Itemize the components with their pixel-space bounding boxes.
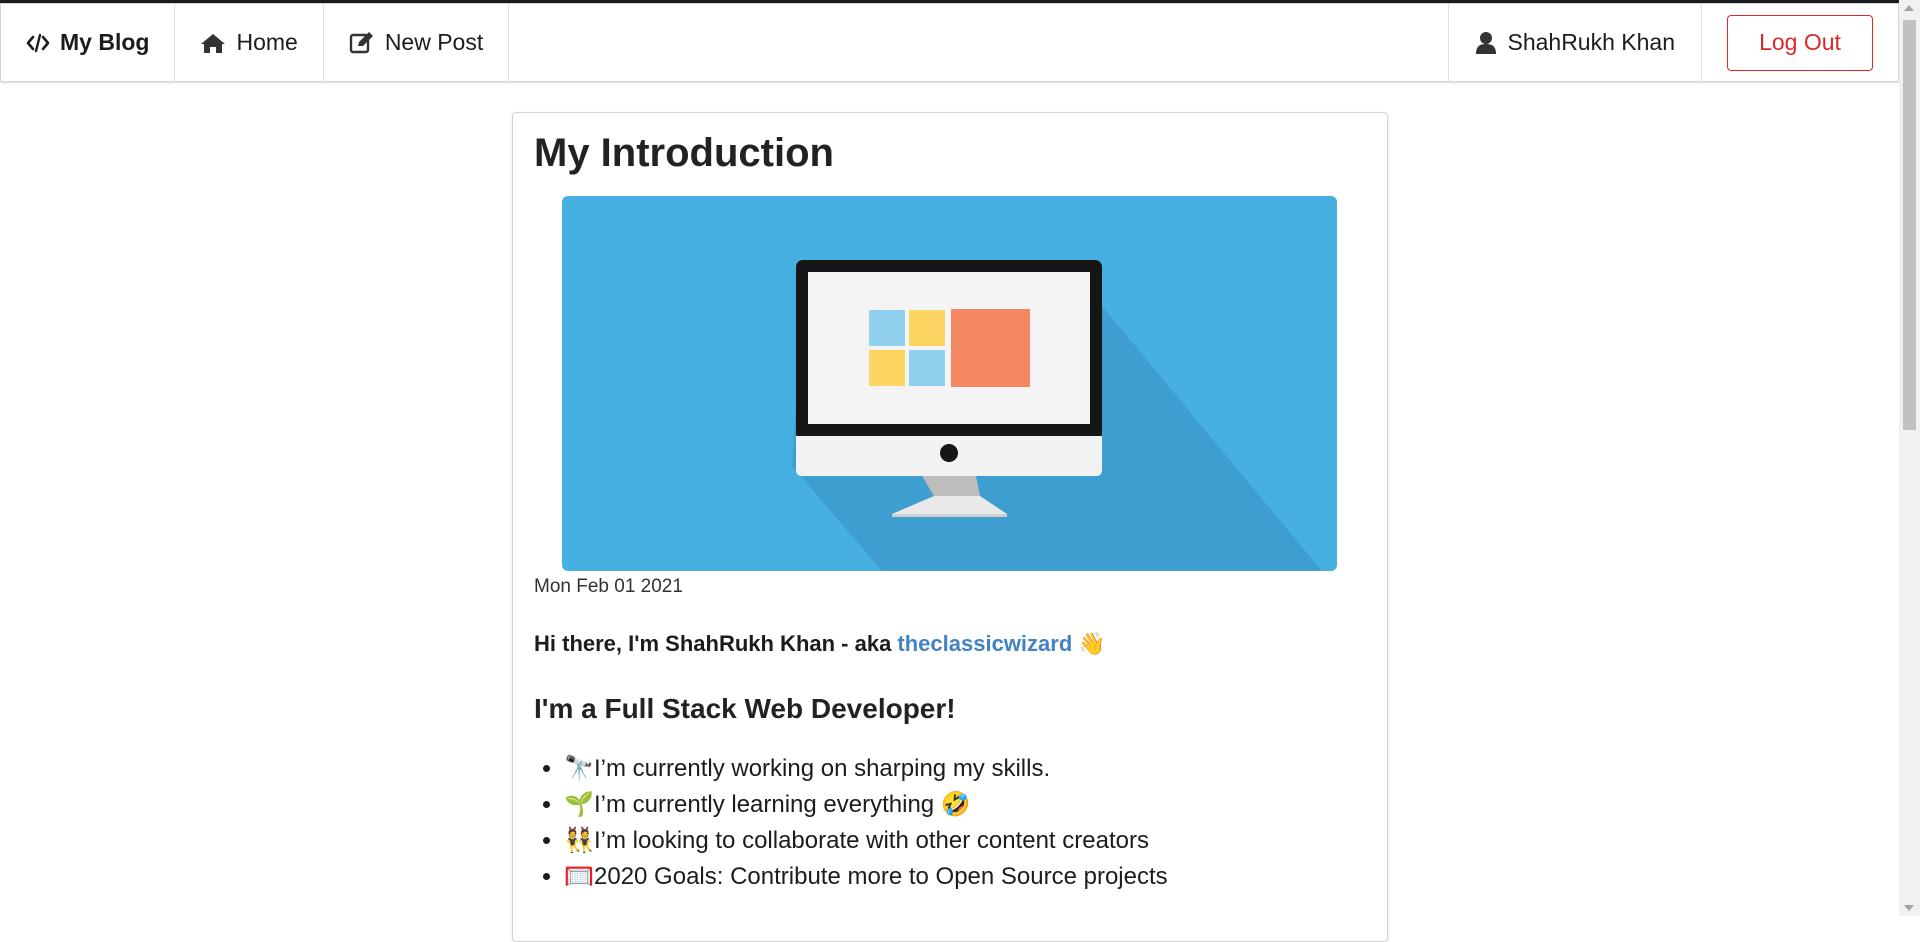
- logout-container: Log Out: [1702, 4, 1898, 81]
- list-item-text: I’m currently learning everything 🤣: [594, 791, 971, 818]
- code-icon: [26, 33, 50, 53]
- scrollbar-thumb[interactable]: [1903, 20, 1916, 430]
- new-post-label: New Post: [384, 29, 484, 55]
- vertical-scrollbar[interactable]: [1899, 0, 1920, 916]
- intro-profile-link[interactable]: theclassicwizard: [897, 631, 1072, 656]
- goal-net-icon: 🥅: [564, 863, 594, 890]
- scroll-up-arrow-icon[interactable]: [1904, 5, 1914, 11]
- dancers-icon: 👯: [564, 827, 594, 854]
- list-item: 🌱I’m currently learning everything 🤣: [564, 787, 1168, 823]
- nav-home-link[interactable]: Home: [175, 4, 324, 81]
- post-subheading: I'm a Full Stack Web Developer!: [534, 693, 956, 724]
- seedling-icon: 🌱: [564, 791, 594, 818]
- intro-prefix: Hi there, I'm ShahRukh Khan - aka: [534, 631, 898, 656]
- logout-button[interactable]: Log Out: [1727, 14, 1873, 71]
- waving-hand-icon: 👋: [1078, 631, 1106, 656]
- list-item-text: I’m looking to collaborate with other co…: [594, 827, 1149, 854]
- post-title: My Introduction: [534, 131, 834, 175]
- brand-label: My Blog: [60, 29, 150, 55]
- list-item: 🔭I’m currently working on sharping my sk…: [564, 751, 1168, 787]
- list-item-text: 2020 Goals: Contribute more to Open Sour…: [594, 863, 1168, 890]
- post-cover-image: [562, 196, 1337, 571]
- intro-text: Hi there, I'm ShahRukh Khan - aka thecla…: [534, 631, 1072, 657]
- bullet-list: 🔭I’m currently working on sharping my sk…: [534, 751, 1168, 895]
- nav-new-post-link[interactable]: New Post: [324, 4, 510, 81]
- user-icon: [1475, 31, 1497, 55]
- intro-line: Hi there, I'm ShahRukh Khan - aka thecla…: [534, 631, 1106, 657]
- nav-user-profile[interactable]: ShahRukh Khan: [1448, 4, 1702, 81]
- scroll-down-arrow-icon[interactable]: [1904, 905, 1914, 911]
- telescope-icon: 🔭: [564, 755, 594, 782]
- home-label: Home: [236, 29, 298, 55]
- list-item: 👯I’m looking to collaborate with other c…: [564, 823, 1168, 859]
- nav-brand-link[interactable]: My Blog: [1, 4, 176, 81]
- user-name: ShahRukh Khan: [1507, 29, 1675, 55]
- list-item: 🥅2020 Goals: Contribute more to Open Sou…: [564, 859, 1168, 895]
- list-item-text: I’m currently working on sharping my ski…: [594, 755, 1051, 782]
- top-navbar: My Blog Home New Post ShahRukh Khan Log: [0, 3, 1899, 82]
- home-icon: [200, 32, 226, 54]
- edit-icon: [349, 31, 375, 55]
- post-card: My Introduction Mon Feb 01 2021 Hi there…: [512, 112, 1388, 942]
- post-date: Mon Feb 01 2021: [534, 576, 683, 597]
